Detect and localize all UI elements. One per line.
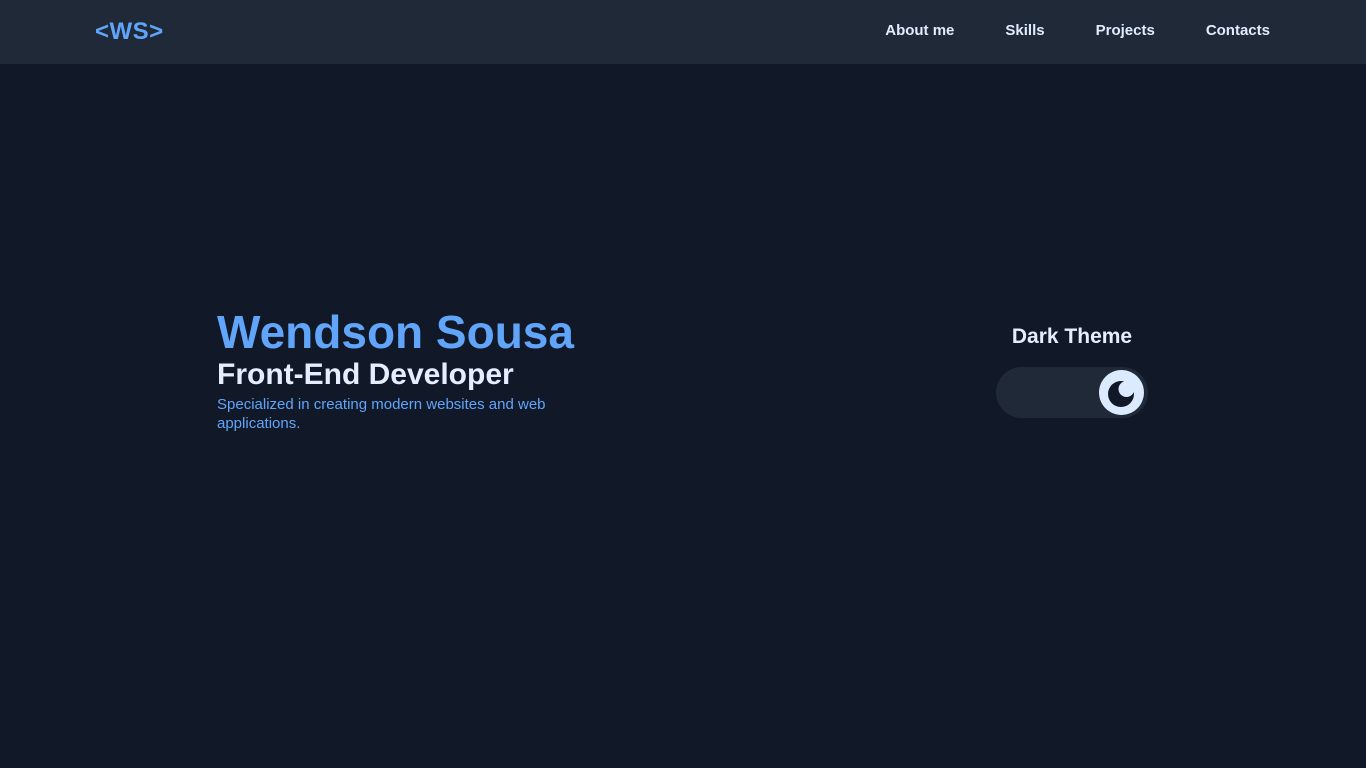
theme-label: Dark Theme	[1011, 325, 1133, 348]
nav-link-projects[interactable]: Projects	[1096, 21, 1155, 41]
nav-link-skills[interactable]: Skills	[1005, 21, 1044, 41]
theme-switcher: Dark Theme	[996, 324, 1148, 418]
nav-links: About me Skills Projects Contacts	[885, 21, 1270, 41]
hero-name: Wendson Sousa	[217, 306, 574, 358]
hero-section: Wendson Sousa Front-End Developer Specia…	[217, 306, 637, 433]
toggle-knob[interactable]	[1099, 370, 1144, 415]
moon-icon	[1107, 380, 1134, 407]
navbar: <WS> About me Skills Projects Contacts	[0, 0, 1366, 64]
nav-link-contacts[interactable]: Contacts	[1206, 21, 1270, 41]
nav-link-about-me[interactable]: About me	[885, 21, 954, 41]
logo-link[interactable]: <WS>	[95, 18, 164, 46]
theme-toggle[interactable]	[996, 367, 1148, 418]
hero-role: Front-End Developer	[217, 358, 514, 391]
hero-description: Specialized in creating modern websites …	[217, 396, 546, 432]
